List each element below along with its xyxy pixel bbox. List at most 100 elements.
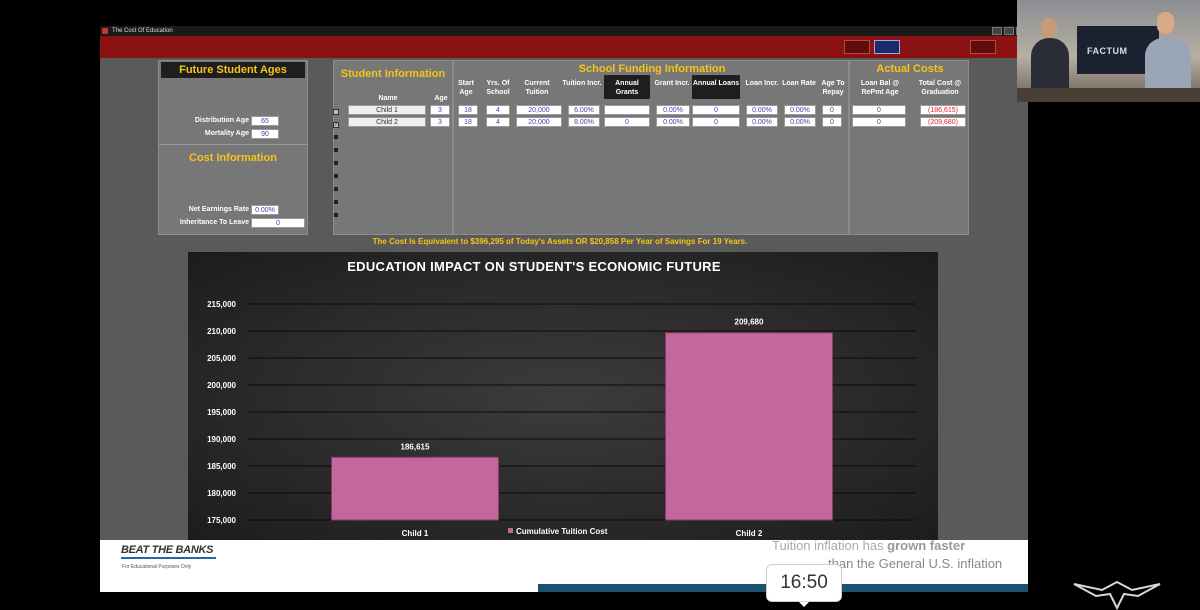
presenter-1-head — [1041, 18, 1057, 38]
child2-age[interactable]: 3 — [430, 117, 450, 127]
annual-grants-header: Annual Grants — [604, 75, 650, 99]
grant-incr-header: Grant Incr. — [654, 80, 690, 87]
child2-loans[interactable]: 0 — [692, 117, 740, 127]
child2-total-cost: (209,680) — [920, 117, 966, 127]
webcam-brand: FACTUM — [1087, 46, 1128, 56]
child1-grant-incr[interactable]: 0.00% — [656, 105, 690, 115]
actual-costs-panel: Actual Costs Loan Bal @ RePmt Age Total … — [849, 60, 969, 235]
timestamp-tooltip: 16:50 — [766, 564, 842, 602]
divider — [159, 144, 307, 145]
y-tick-label: 190,000 — [207, 435, 236, 444]
child2-loan-bal: 0 — [852, 117, 906, 127]
mortality-age-field[interactable]: 90 — [251, 129, 279, 139]
distribution-age-field[interactable]: 65 — [251, 116, 279, 126]
child2-yrs[interactable]: 4 — [486, 117, 510, 127]
legend-swatch — [508, 528, 513, 533]
minimize-button[interactable] — [992, 27, 1002, 35]
child1-tuition-incr[interactable]: 6.00% — [568, 105, 600, 115]
child1-loan-rate[interactable]: 0.00% — [784, 105, 816, 115]
child1-repay-age[interactable]: 0 — [822, 105, 842, 115]
row-marker — [334, 135, 338, 139]
school-funding-panel: School Funding Information Start Age Yrs… — [453, 60, 849, 235]
child2-grant-incr[interactable]: 0.00% — [656, 117, 690, 127]
future-ages-title: Future Student Ages — [179, 64, 287, 76]
x-tick-label: Child 2 — [736, 529, 763, 538]
child1-total-cost: (186,615) — [920, 105, 966, 115]
disclaimer-text: For Educational Purposes Only — [122, 564, 192, 570]
actual-costs-title: Actual Costs — [876, 63, 944, 75]
data-label: 209,680 — [735, 318, 764, 327]
child1-name[interactable]: Child 1 — [348, 105, 426, 115]
desk — [1017, 88, 1200, 102]
toolbar — [100, 36, 1028, 58]
app-icon — [102, 28, 108, 34]
yrs-school-header: Yrs. Of School — [486, 80, 510, 96]
age-header: Age — [434, 95, 448, 102]
child2-tuition-incr[interactable]: 8.00% — [568, 117, 600, 127]
y-tick-label: 215,000 — [207, 300, 236, 309]
row-marker — [334, 161, 338, 165]
child1-loan-bal: 0 — [852, 105, 906, 115]
loan-bal-header: Loan Bal @ RePmt Age — [860, 80, 900, 96]
annual-loans-header: Annual Loans — [692, 75, 740, 99]
window-title: The Cost Of Education — [112, 28, 173, 34]
cost-info-title: Cost Information — [189, 152, 277, 164]
chart-area: EDUCATION IMPACT ON STUDENT'S ECONOMIC F… — [188, 252, 938, 542]
net-earnings-rate-field[interactable]: 0.00% — [251, 205, 279, 215]
stage: The Cost Of Education Future Student Age… — [0, 0, 1200, 610]
x-tick-label: Child 1 — [402, 529, 429, 538]
tuition-incr-header: Tuition Incr. — [562, 80, 602, 87]
y-tick-label: 185,000 — [207, 462, 236, 471]
bar-chart: 175,000 180,000 185,000 190,000 195,000 200,0… — [207, 300, 916, 538]
child1-yrs[interactable]: 4 — [486, 105, 510, 115]
slide-text-line1-b: grown faster — [887, 538, 966, 553]
y-tick-label: 175,000 — [207, 516, 236, 525]
start-age-header: Start Age — [458, 80, 474, 96]
row-checkbox-2[interactable]: ✓ — [333, 122, 339, 128]
toolbar-button-2[interactable] — [874, 40, 900, 54]
corner-logo-icon — [1073, 580, 1161, 610]
y-tick-label: 180,000 — [207, 489, 236, 498]
total-cost-header: Total Cost @ Graduation — [918, 80, 962, 96]
child2-grants[interactable]: 0 — [604, 117, 650, 127]
inheritance-field[interactable]: 0 — [251, 218, 305, 228]
maximize-button[interactable] — [1004, 27, 1014, 35]
slide-text-line2: than the General U.S. inflation — [828, 556, 1003, 571]
child1-tuition[interactable]: 20,000 — [516, 105, 562, 115]
child2-loan-incr[interactable]: 0.00% — [746, 117, 778, 127]
child2-name[interactable]: Child 2 — [348, 117, 426, 127]
child1-loan-incr[interactable]: 0.00% — [746, 105, 778, 115]
row-checkbox-1[interactable] — [333, 109, 339, 115]
loan-rate-header: Loan Rate — [782, 80, 816, 87]
child2-start-age[interactable]: 18 — [458, 117, 478, 127]
child1-start-age[interactable]: 18 — [458, 105, 478, 115]
toolbar-button-1[interactable] — [844, 40, 870, 54]
distribution-age-label: Distribution Age — [194, 117, 249, 124]
child2-tuition[interactable]: 20,000 — [516, 117, 562, 127]
bar-child-1 — [331, 456, 499, 521]
presenter-2-head — [1157, 12, 1174, 34]
row-marker — [334, 213, 338, 217]
brand-logo: BEAT THE BANKS — [121, 544, 214, 556]
slide-text-line1: Tuition inflation has grown faster — [772, 538, 965, 553]
y-tick-label: 210,000 — [207, 327, 236, 336]
slide-strip: BEAT THE BANKS For Educational Purposes … — [100, 538, 1028, 592]
row-marker — [334, 148, 338, 152]
net-earnings-rate-label: Net Earnings Rate — [188, 206, 249, 213]
child2-loan-rate[interactable]: 0.00% — [784, 117, 816, 127]
data-label: 186,615 — [401, 442, 430, 451]
child1-age[interactable]: 3 — [430, 105, 450, 115]
child2-repay-age[interactable]: 0 — [822, 117, 842, 127]
toolbar-button-3[interactable] — [970, 40, 996, 54]
bar-child-2 — [665, 332, 833, 521]
row-marker — [334, 200, 338, 204]
app-window: The Cost Of Education Future Student Age… — [100, 26, 1028, 592]
child1-grants[interactable] — [604, 105, 650, 115]
name-header: Name — [378, 95, 398, 102]
loan-incr-header: Loan Incr. — [745, 80, 779, 87]
student-info-panel: Student Information Name Age Child 1 3 C… — [333, 60, 453, 235]
y-tick-label: 195,000 — [207, 408, 236, 417]
child1-loans[interactable]: 0 — [692, 105, 740, 115]
age-to-repay-header: Age To Repay — [821, 80, 845, 96]
brand-underline — [121, 557, 216, 559]
